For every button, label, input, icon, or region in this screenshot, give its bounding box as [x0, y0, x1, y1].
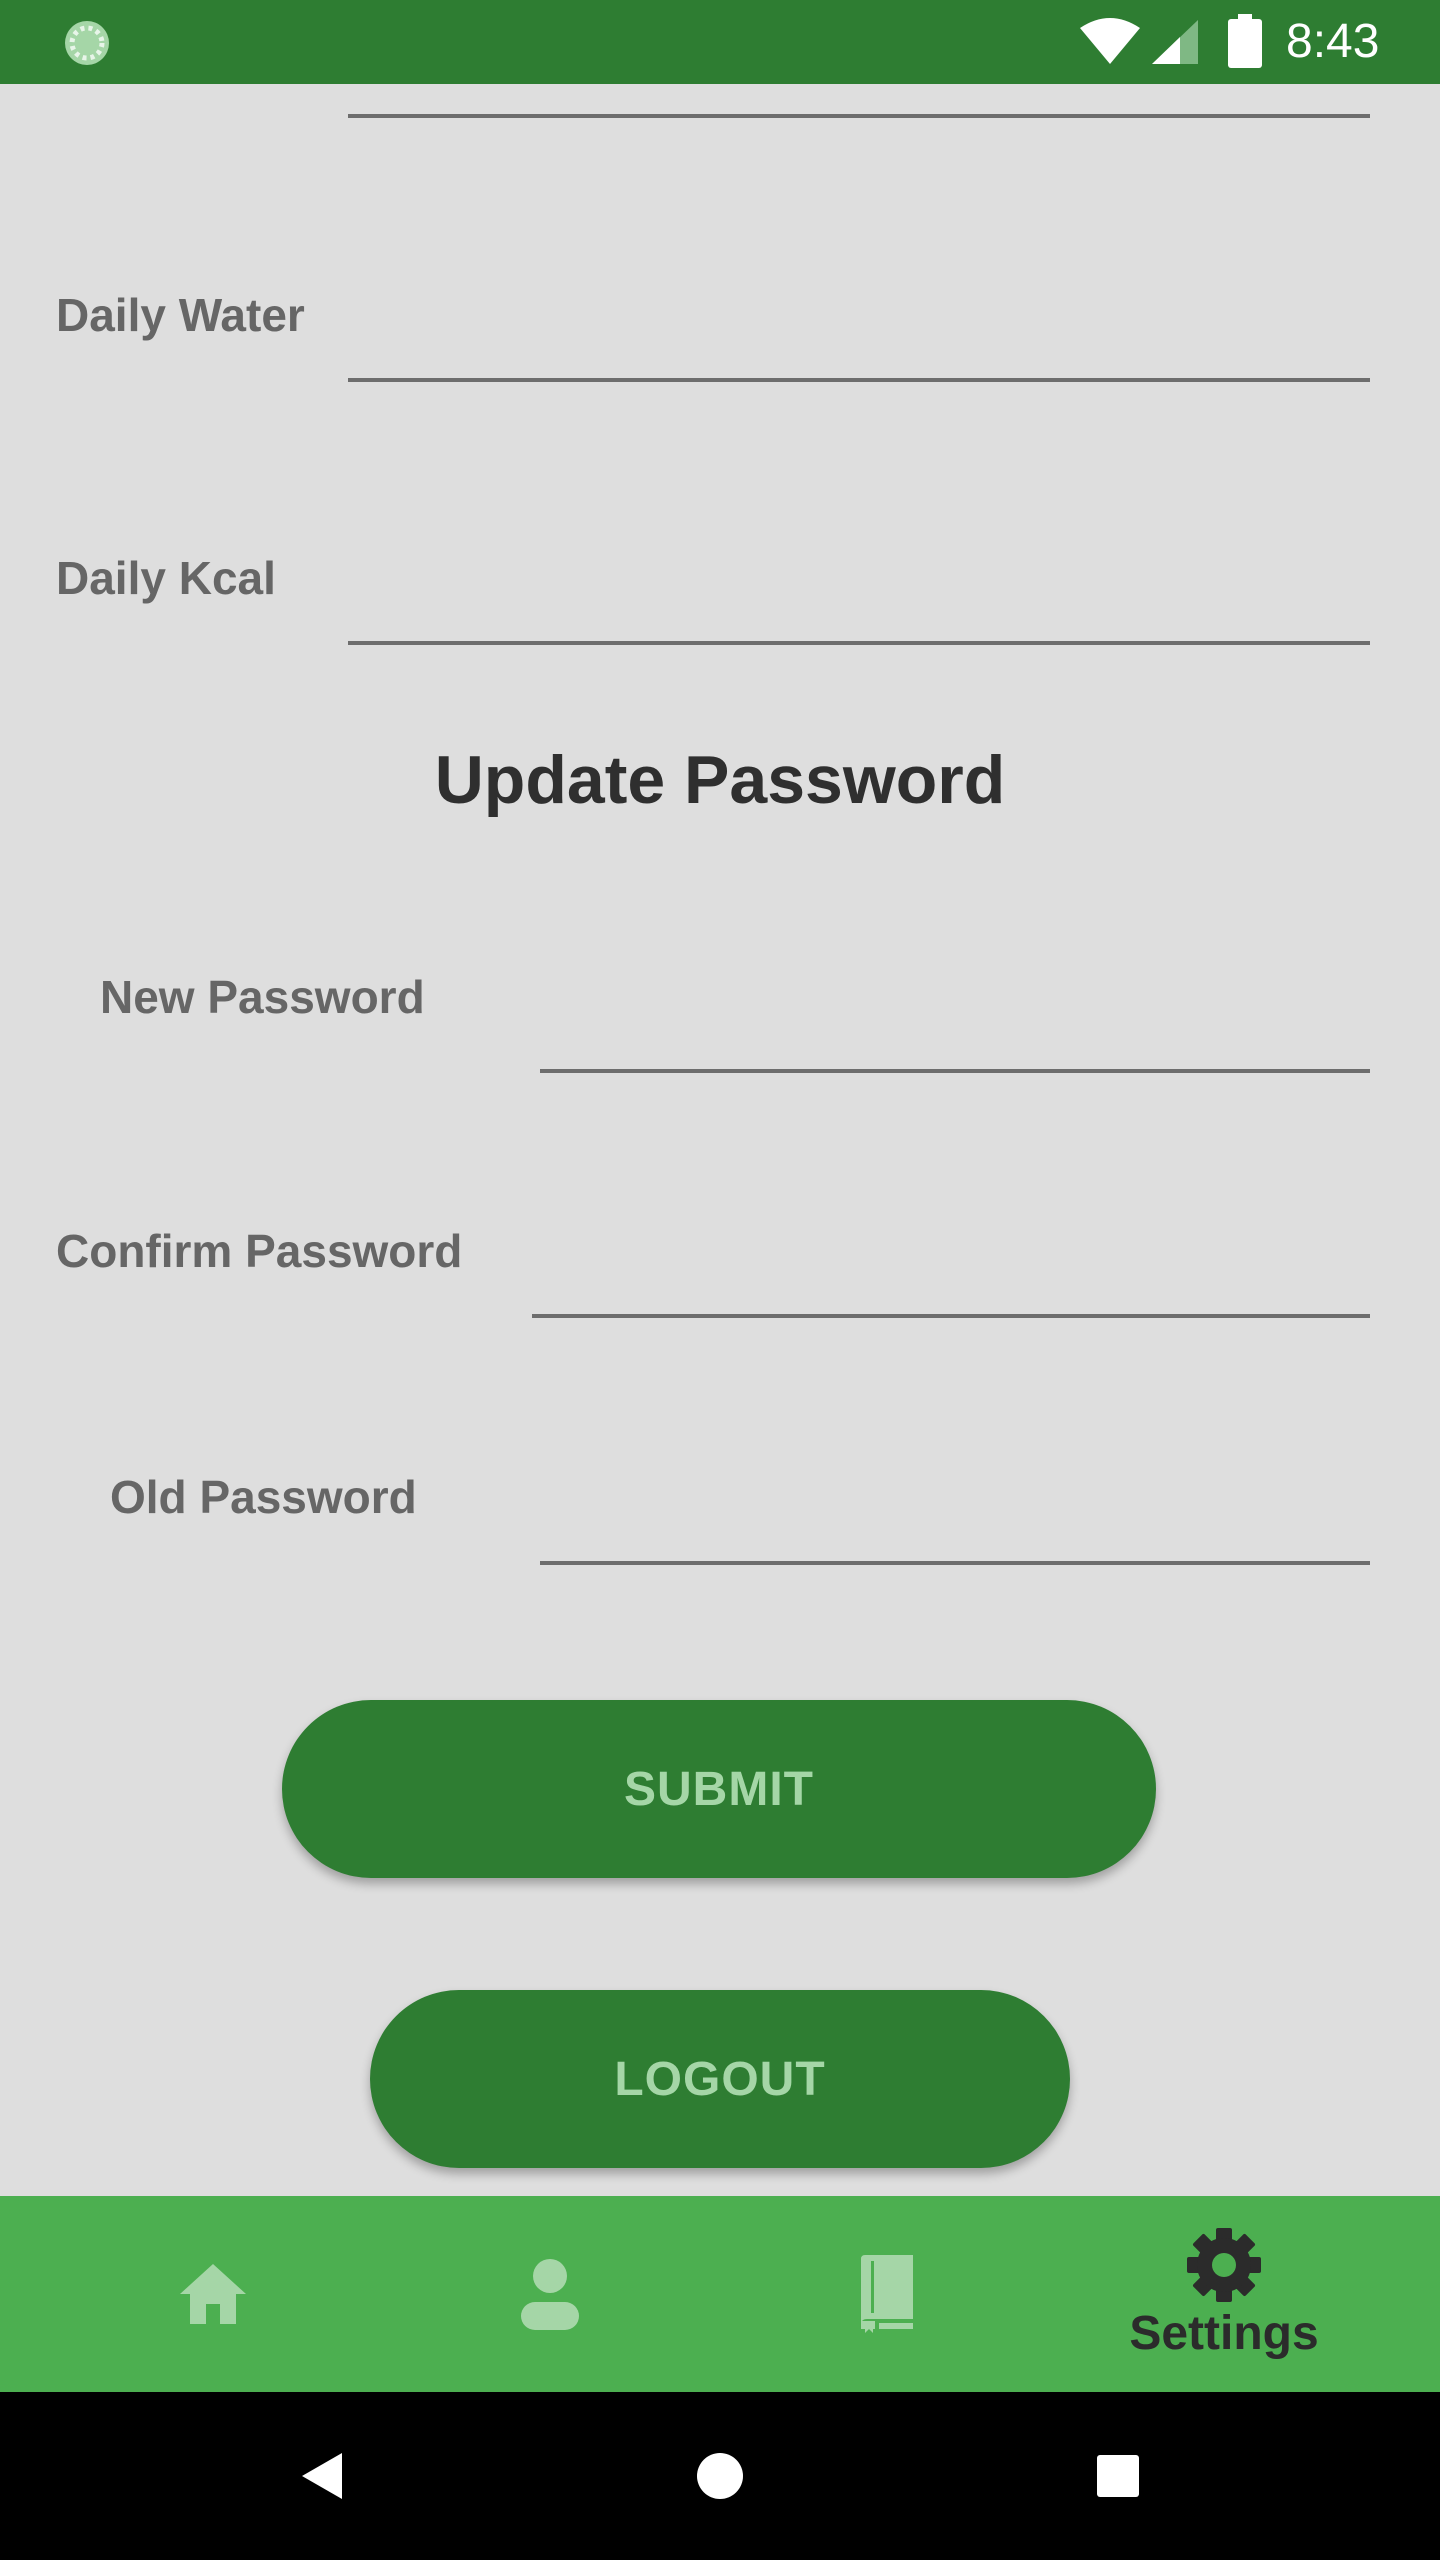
daily-water-label: Daily Water	[56, 289, 305, 341]
app-loading-icon	[65, 21, 109, 65]
status-bar: 8:43	[0, 0, 1440, 84]
system-back-button[interactable]	[262, 2392, 382, 2560]
gear-icon	[1187, 2228, 1261, 2302]
nav-item-journal[interactable]	[737, 2196, 1037, 2392]
back-icon	[302, 2453, 342, 2499]
home-icon	[180, 2264, 246, 2324]
confirm-password-input[interactable]	[532, 1314, 1370, 1318]
field-input-top[interactable]	[348, 114, 1370, 118]
new-password-label: New Password	[100, 971, 425, 1023]
wifi-icon	[1080, 18, 1140, 64]
battery-icon	[1228, 14, 1262, 68]
nav-label-settings: Settings	[1129, 2307, 1319, 2360]
old-password-label: Old Password	[110, 1471, 417, 1523]
status-time: 8:43	[1286, 15, 1380, 68]
confirm-password-label: Confirm Password	[56, 1225, 463, 1277]
system-recents-button[interactable]	[1058, 2392, 1178, 2560]
daily-kcal-input[interactable]	[348, 641, 1370, 645]
person-icon	[521, 2259, 579, 2330]
recents-icon	[1097, 2455, 1139, 2497]
submit-button[interactable]: SUBMIT	[282, 1700, 1156, 1878]
system-navigation-bar	[0, 2392, 1440, 2560]
nav-item-settings[interactable]: Settings	[1074, 2196, 1374, 2392]
new-password-input[interactable]	[540, 1069, 1370, 1073]
daily-kcal-label: Daily Kcal	[56, 552, 276, 604]
book-icon	[861, 2255, 913, 2333]
old-password-input[interactable]	[540, 1561, 1370, 1565]
logout-button[interactable]: LOGOUT	[370, 1990, 1070, 2168]
nav-item-home[interactable]	[63, 2196, 363, 2392]
bottom-navigation: Settings	[0, 2196, 1440, 2392]
home-circle-icon	[697, 2453, 743, 2499]
system-home-button[interactable]	[660, 2392, 780, 2560]
nav-item-profile[interactable]	[400, 2196, 700, 2392]
signal-icon	[1152, 20, 1198, 64]
daily-water-input[interactable]	[348, 378, 1370, 382]
section-title-update-password: Update Password	[434, 742, 1006, 818]
